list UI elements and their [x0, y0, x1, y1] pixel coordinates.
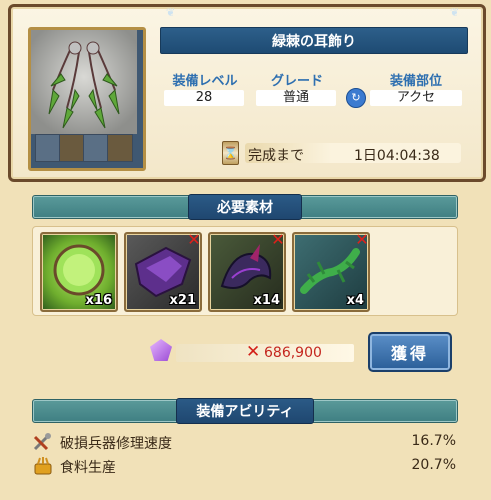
item-portrait	[31, 30, 137, 134]
acquire-button[interactable]: 獲得	[368, 332, 452, 372]
materials-title: 必要素材	[188, 194, 302, 220]
material-slot-green-lizard[interactable]: ✕ x4	[292, 232, 370, 312]
ability-row: 破損兵器修理速度 16.7%	[32, 431, 460, 453]
crystal-icon	[150, 339, 172, 361]
banner-ornament-icon: ❦	[450, 6, 460, 19]
item-name-banner: 緑棘の耳飾り	[160, 27, 468, 54]
material-slot-green-ring[interactable]: x16	[40, 232, 118, 312]
material-slot-dark-dragon[interactable]: ✕ x14	[208, 232, 286, 312]
insufficient-x-icon: ✕	[246, 342, 261, 362]
equip-level-label: 装備レベル	[172, 74, 238, 89]
missing-x-icon: ✕	[271, 230, 285, 249]
missing-x-icon: ✕	[355, 230, 369, 249]
cost-value: 686,900	[264, 345, 322, 361]
tools-icon	[33, 433, 51, 451]
abilities-title: 装備アビリティ	[176, 398, 314, 424]
socket-slot	[59, 134, 85, 162]
banner-ornament-icon: ❦	[166, 6, 176, 19]
item-name: 緑棘の耳飾り	[272, 33, 356, 50]
missing-x-icon: ✕	[187, 230, 201, 249]
grade-label: グレード	[270, 74, 323, 89]
earring-icon	[48, 41, 120, 129]
slot-label: 装備部位	[389, 74, 442, 89]
socket-slot	[83, 134, 109, 162]
socket-slot	[35, 134, 61, 162]
slot-value: アクセ	[370, 90, 462, 106]
equip-level-value: 28	[164, 90, 244, 106]
completion-time: 1日04:04:38	[354, 148, 440, 164]
completion-label: 完成まで	[248, 148, 304, 164]
grade-value: 普通	[256, 90, 336, 106]
material-slot-purple-cloth[interactable]: ✕ x21	[124, 232, 202, 312]
ability-row: 食料生産 20.7%	[32, 455, 460, 477]
hourglass-icon: ⌛	[222, 141, 239, 165]
socket-slot	[107, 134, 133, 162]
earring-slot-icon: ↻	[346, 88, 366, 108]
wheat-icon	[34, 457, 52, 475]
